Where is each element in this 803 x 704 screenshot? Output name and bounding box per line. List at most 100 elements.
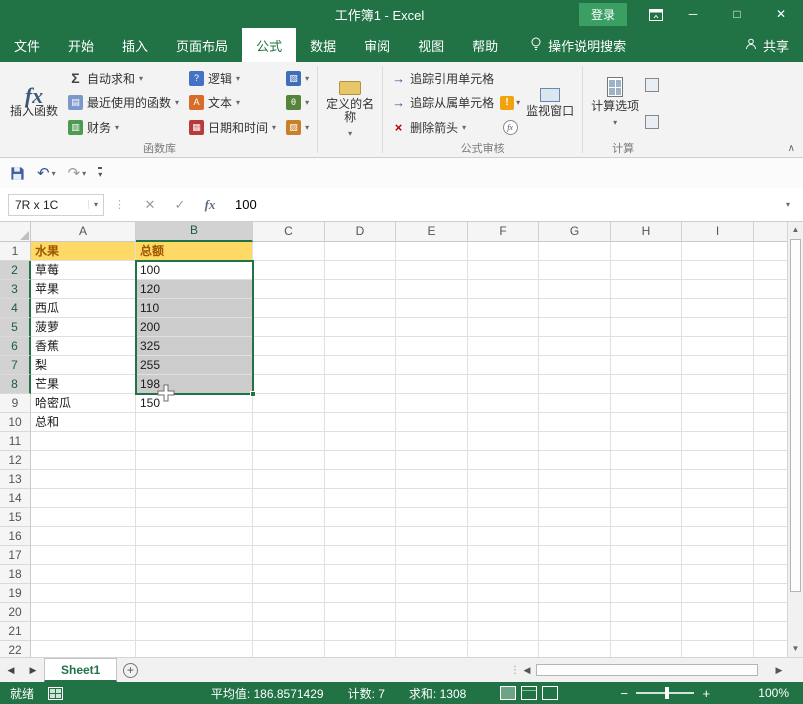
cell-H1[interactable]: [611, 242, 682, 261]
cell-I2[interactable]: [682, 261, 754, 280]
cancel-entry-button[interactable]: ✕: [135, 197, 165, 213]
cell-overflow-row6[interactable]: [754, 337, 787, 356]
cell-E22[interactable]: [396, 641, 468, 657]
cell-D12[interactable]: [325, 451, 396, 470]
tab-splitter-handle[interactable]: ⋮: [511, 658, 519, 682]
page-layout-view-button[interactable]: [521, 686, 537, 700]
cell-D19[interactable]: [325, 584, 396, 603]
cell-F21[interactable]: [468, 622, 539, 641]
formula-bar-splitter[interactable]: ⋮: [114, 198, 125, 211]
cell-F12[interactable]: [468, 451, 539, 470]
cell-D5[interactable]: [325, 318, 396, 337]
column-header-A[interactable]: A: [31, 222, 136, 242]
row-header-6[interactable]: 6: [0, 337, 31, 356]
column-header-G[interactable]: G: [539, 222, 611, 242]
cell-A22[interactable]: [31, 641, 136, 657]
tab-insert[interactable]: 插入: [108, 28, 162, 62]
financial-button[interactable]: ▥ 财务 ▾: [65, 117, 182, 139]
cell-E13[interactable]: [396, 470, 468, 489]
close-button[interactable]: ✕: [759, 0, 803, 28]
cell-H15[interactable]: [611, 508, 682, 527]
cell-H10[interactable]: [611, 413, 682, 432]
cell-G19[interactable]: [539, 584, 611, 603]
cell-overflow-row17[interactable]: [754, 546, 787, 565]
cell-I12[interactable]: [682, 451, 754, 470]
row-header-4[interactable]: 4: [0, 299, 31, 318]
cell-E3[interactable]: [396, 280, 468, 299]
cell-I4[interactable]: [682, 299, 754, 318]
cell-C1[interactable]: [253, 242, 325, 261]
zoom-out-button[interactable]: −: [618, 686, 630, 701]
tab-help[interactable]: 帮助: [458, 28, 512, 62]
vertical-scroll-track[interactable]: [788, 238, 803, 641]
cell-B8[interactable]: 198: [136, 375, 253, 394]
cell-D6[interactable]: [325, 337, 396, 356]
cell-F19[interactable]: [468, 584, 539, 603]
cell-D14[interactable]: [325, 489, 396, 508]
sheet-tab-sheet1[interactable]: Sheet1: [44, 658, 117, 682]
cell-E14[interactable]: [396, 489, 468, 508]
text-functions-button[interactable]: A 文本 ▾: [186, 92, 279, 114]
cell-G21[interactable]: [539, 622, 611, 641]
tab-page-layout[interactable]: 页面布局: [162, 28, 242, 62]
cell-I17[interactable]: [682, 546, 754, 565]
cell-D7[interactable]: [325, 356, 396, 375]
cell-overflow-row2[interactable]: [754, 261, 787, 280]
cell-D4[interactable]: [325, 299, 396, 318]
cell-A11[interactable]: [31, 432, 136, 451]
scroll-right-icon[interactable]: ▶: [771, 658, 787, 682]
cell-D11[interactable]: [325, 432, 396, 451]
cell-G12[interactable]: [539, 451, 611, 470]
cell-F3[interactable]: [468, 280, 539, 299]
zoom-in-button[interactable]: +: [700, 686, 712, 701]
expand-formula-bar-icon[interactable]: ▾: [779, 200, 797, 209]
cell-E9[interactable]: [396, 394, 468, 413]
cell-B21[interactable]: [136, 622, 253, 641]
cell-G17[interactable]: [539, 546, 611, 565]
row-header-17[interactable]: 17: [0, 546, 31, 565]
cell-H2[interactable]: [611, 261, 682, 280]
cell-overflow-row16[interactable]: [754, 527, 787, 546]
cell-E5[interactable]: [396, 318, 468, 337]
cell-F22[interactable]: [468, 641, 539, 657]
cell-C8[interactable]: [253, 375, 325, 394]
customize-qat-button[interactable]: ▾: [98, 167, 102, 179]
cell-A19[interactable]: [31, 584, 136, 603]
cell-H14[interactable]: [611, 489, 682, 508]
cell-A16[interactable]: [31, 527, 136, 546]
cell-C9[interactable]: [253, 394, 325, 413]
cell-I1[interactable]: [682, 242, 754, 261]
cell-C5[interactable]: [253, 318, 325, 337]
cell-overflow-row3[interactable]: [754, 280, 787, 299]
row-header-3[interactable]: 3: [0, 280, 31, 299]
cell-G5[interactable]: [539, 318, 611, 337]
row-header-20[interactable]: 20: [0, 603, 31, 622]
cell-I20[interactable]: [682, 603, 754, 622]
minimize-button[interactable]: ─: [671, 0, 715, 28]
cell-F14[interactable]: [468, 489, 539, 508]
cell-A3[interactable]: 苹果: [31, 280, 136, 299]
cell-overflow-row22[interactable]: [754, 641, 787, 657]
row-header-16[interactable]: 16: [0, 527, 31, 546]
cell-overflow-row1[interactable]: [754, 242, 787, 261]
cell-I15[interactable]: [682, 508, 754, 527]
cell-D20[interactable]: [325, 603, 396, 622]
name-box-dropdown-icon[interactable]: ▾: [88, 200, 103, 209]
cell-I11[interactable]: [682, 432, 754, 451]
undo-button[interactable]: ↶▾: [37, 164, 56, 182]
cell-G13[interactable]: [539, 470, 611, 489]
cell-H22[interactable]: [611, 641, 682, 657]
cell-E21[interactable]: [396, 622, 468, 641]
cell-G9[interactable]: [539, 394, 611, 413]
cell-B10[interactable]: [136, 413, 253, 432]
cell-D10[interactable]: [325, 413, 396, 432]
row-header-9[interactable]: 9: [0, 394, 31, 413]
cell-A5[interactable]: 菠萝: [31, 318, 136, 337]
cell-overflow-row5[interactable]: [754, 318, 787, 337]
cell-B22[interactable]: [136, 641, 253, 657]
error-checking-button[interactable]: ! ▾: [500, 93, 520, 113]
cell-A21[interactable]: [31, 622, 136, 641]
cell-B5[interactable]: 200: [136, 318, 253, 337]
redo-button[interactable]: ↷▾: [68, 164, 87, 182]
cell-D1[interactable]: [325, 242, 396, 261]
